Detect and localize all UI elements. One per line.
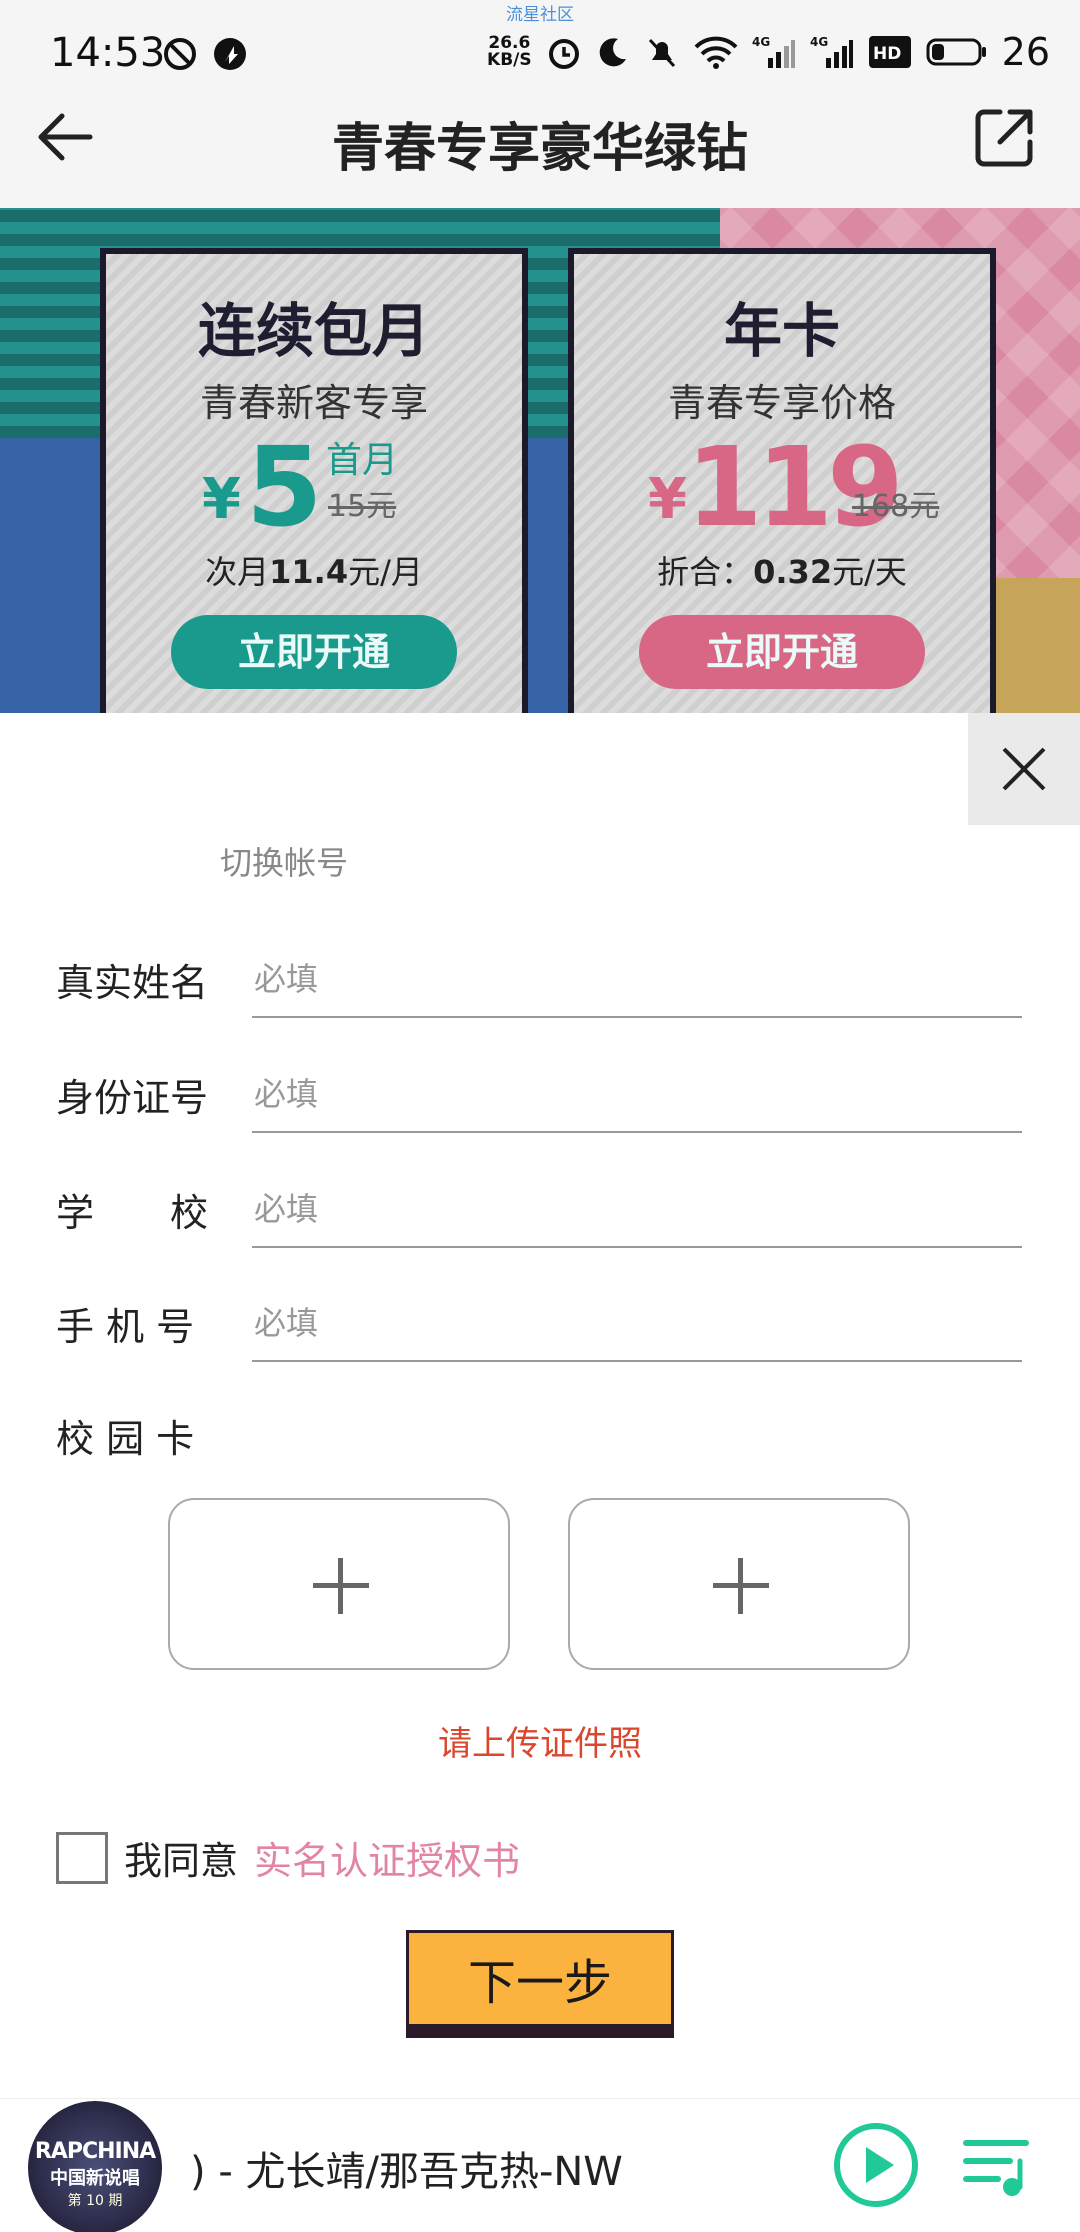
plan-price: 5 [246,423,323,551]
upload-front-button[interactable] [168,1498,510,1670]
plan-subtitle: 青春新客专享 [199,381,428,425]
plan-note: 次月11.4元/月 [106,547,522,593]
price-currency: ¥ [648,467,687,532]
school-label: 学 校 [56,1191,209,1235]
plan-note: 折合：0.32元/天 [574,547,990,593]
track-info[interactable]: ) - 尤长靖/那吾克热-NW [190,2139,623,2197]
status-watermark: 流星社区 [506,5,574,25]
phone-label: 手 机 号 [56,1305,195,1349]
plan-note-value: 0.32 [753,553,833,591]
agree-text: 我同意 [124,1839,239,1883]
alarm-icon [548,39,579,69]
plan-price-row: ¥ 5 首月 15元 [106,423,522,551]
do-not-disturb-icon [164,38,196,70]
playlist-icon[interactable] [962,2125,1032,2205]
form-row-school: 学 校 [0,1172,1080,1272]
authorization-link[interactable]: 实名认证授权书 [254,1830,520,1885]
mini-player: RAPCHINA 中国新说唱 第 10 期 ) - 尤长靖/那吾克热-NW [0,2098,1080,2232]
plan-price-row: ¥ 119 168元 [574,423,990,551]
plan-price-tag: 首月 [326,440,399,481]
play-icon[interactable] [832,2121,920,2209]
status-bar: 流星社区 14:53 26.6 KB/S 4G 4G HD 26 [0,0,1080,96]
id-number-label: 身份证号 [56,1076,209,1120]
switch-account-link[interactable]: 切换帐号 [220,838,348,884]
battery-icon [926,38,986,66]
promo-banner: 连续包月 青春新客专享 ¥ 5 首月 15元 次月11.4元/月 立即开通 年卡… [0,208,1080,713]
form-row-name: 真实姓名 [0,942,1080,1042]
svg-text:4G: 4G [810,35,828,49]
plan-note-suffix: 元/月 [348,553,423,591]
plan-subtitle: 青春专享价格 [667,381,896,425]
annual-plan-card[interactable]: 年卡 青春专享价格 ¥ 119 168元 折合：0.32元/天 立即开通 [568,248,996,713]
upload-back-button[interactable] [568,1498,910,1670]
phone-input[interactable] [252,1286,1022,1362]
campus-card-label: 校 园 卡 [56,1417,195,1461]
form-row-id: 身份证号 [0,1057,1080,1157]
plus-icon [738,1558,743,1614]
status-right-icons: 26.6 KB/S 4G 4G HD 26 [487,30,1050,74]
agreement-row: 我同意 实名认证授权书 [56,1830,520,1885]
album-art[interactable]: RAPCHINA 中国新说唱 第 10 期 [28,2101,162,2232]
plan-title: 年卡 [723,297,840,365]
status-left-icons [162,36,248,72]
wifi-icon [694,36,738,69]
net-speed-unit: KB/S [487,50,532,70]
album-episode: 第 10 期 [67,2193,123,2209]
plan-note-prefix: 次月 [205,553,270,591]
app-header: 青春专享豪华绿钻 [0,96,1080,208]
form-row-phone: 手 机 号 [0,1286,1080,1386]
page-title: 青春专享豪华绿钻 [331,119,748,179]
monthly-plan-card[interactable]: 连续包月 青春新客专享 ¥ 5 首月 15元 次月11.4元/月 立即开通 [100,248,528,713]
form-row-campus-card: 校 园 卡 [0,1398,1080,1498]
signal-4g-icon: 4G [752,35,795,68]
battery-level: 26 [1001,30,1050,74]
price-currency: ¥ [202,467,241,532]
app-notification-icon [214,38,246,70]
id-number-input[interactable] [252,1057,1022,1133]
plan-note-suffix: 元/天 [832,553,907,591]
banner-decoration [990,578,1080,713]
plan-original-price: 168元 [852,489,940,524]
svg-text:HD: HD [873,44,901,64]
plan-note-value: 11.4 [269,553,349,591]
plan-note-prefix: 折合： [657,553,754,591]
real-name-label: 真实姓名 [56,961,209,1005]
upload-hint: 请上传证件照 [438,1724,642,1764]
next-step-button[interactable]: 下一步 [406,1930,674,2038]
mute-icon [648,38,675,68]
svg-text:4G: 4G [752,35,770,49]
net-speed: 26.6 KB/S [487,35,532,69]
hd-icon: HD [868,36,911,68]
album-subtitle: 中国新说唱 [50,2168,140,2189]
album-title: RAPCHINA [34,2139,156,2164]
activate-annual-button[interactable]: 立即开通 [639,615,925,689]
close-icon [1002,747,1046,791]
signal-4g-icon: 4G [810,35,853,68]
share-external-icon[interactable] [972,106,1036,170]
school-input[interactable] [252,1172,1022,1248]
close-button[interactable] [968,713,1080,825]
plan-original-price: 15元 [328,489,397,524]
plus-icon [338,1558,343,1614]
activate-monthly-button[interactable]: 立即开通 [171,615,457,689]
moon-icon [599,38,626,67]
status-time: 14:53 [50,30,166,76]
plan-title: 连续包月 [197,297,430,365]
agree-checkbox[interactable] [56,1831,108,1884]
real-name-input[interactable] [252,942,1022,1018]
